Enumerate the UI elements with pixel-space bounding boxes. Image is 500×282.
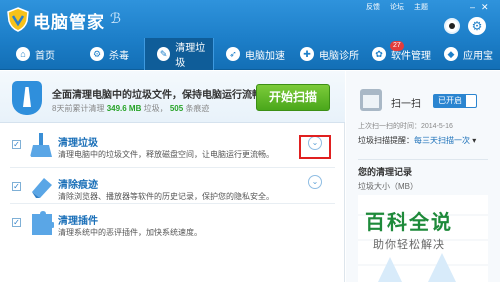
list-item: ✓ 清理垃圾 清理电脑中的垃圾文件，释放磁盘空间，让电脑运行更流畅。 ⌄ (0, 125, 345, 167)
broom-icon (30, 133, 52, 157)
title-bar: 电脑管家 ℬ 反馈 论坛 主题 – ✕ ⚙ (0, 0, 500, 38)
toggle-on-label: 已开启 (434, 95, 466, 107)
stats-count: 505 (169, 104, 184, 113)
feedback-link[interactable]: 反馈 (366, 2, 380, 12)
software-icon: ✿ (372, 47, 386, 61)
brand-swoosh-icon: ℬ (110, 10, 122, 26)
last-scan-time: 上次扫一扫的时间：2014-5-16 (358, 123, 453, 130)
nav-label: 杀毒 (109, 50, 129, 62)
chevron-down-icon[interactable]: ▾ (470, 136, 476, 145)
broom-icon: ✎ (157, 47, 171, 61)
shield-logo-icon (7, 7, 29, 32)
record-title: 您的清理记录 (358, 167, 413, 177)
nav-label: 电脑加速 (245, 50, 285, 62)
appstore-icon: ◆ (444, 47, 458, 61)
nav-software[interactable]: ✿ 软件管理 27 (360, 38, 432, 70)
chevron-down-icon[interactable]: ⌄ (308, 175, 322, 189)
nav-cleanup[interactable]: ✎ 清理垃圾 (144, 38, 214, 70)
puzzle-icon (32, 211, 54, 235)
theme-link[interactable]: 主题 (414, 2, 428, 12)
reminder-label: 垃圾扫描提醒： (358, 136, 414, 145)
auto-scan-toggle[interactable]: 已开启 (433, 94, 477, 108)
row-desc: 清理系统中的恶评插件，加快系统速度。 (58, 228, 202, 237)
start-scan-button[interactable]: 开始扫描 (256, 84, 330, 111)
app-title: 电脑管家 (33, 13, 105, 32)
watermark-tagline: 助你轻松解决 (373, 239, 445, 251)
window-controls: – ✕ (470, 2, 489, 13)
home-icon: ⌂ (16, 47, 30, 61)
highlight-annotation (299, 135, 331, 159)
stats-size: 349.6 MB (106, 104, 142, 113)
row-checkbox[interactable]: ✓ (12, 182, 21, 191)
eraser-icon (32, 178, 52, 198)
cleanup-panel: 全面清理电脑中的垃圾文件，保持电脑运行流畅 8天前累计清理 349.6 MB 垃… (0, 71, 345, 282)
nav-label: 首页 (35, 50, 55, 62)
avatar[interactable] (444, 18, 460, 34)
reminder-select[interactable]: 每三天扫描一次 (414, 136, 470, 145)
row-desc: 清理电脑中的垃圾文件，释放磁盘空间，让电脑运行更流畅。 (58, 150, 274, 159)
nav-home[interactable]: ⌂ 首页 (4, 38, 70, 70)
nav-label: 清理垃圾 (175, 43, 206, 69)
row-checkbox[interactable]: ✓ (12, 218, 21, 227)
nav-speedup[interactable]: ➶ 电脑加速 (214, 38, 288, 70)
side-title: 扫一扫 (391, 99, 421, 110)
minimize-icon[interactable]: – (470, 2, 475, 13)
nav-label: 电脑诊所 (319, 50, 359, 62)
row-checkbox[interactable]: ✓ (12, 140, 21, 149)
row-title[interactable]: 清理插件 (58, 212, 98, 227)
rocket-icon: ➶ (226, 47, 240, 61)
watermark-logo: 百科全说 (365, 212, 453, 234)
nav-clinic[interactable]: ✚ 电脑诊所 (288, 38, 360, 70)
main-nav: ⌂ 首页 ⚙ 杀毒 ✎ 清理垃圾 ➶ 电脑加速 ✚ 电脑诊所 ✿ 软件管理 27… (0, 38, 500, 70)
calendar-icon (360, 89, 382, 111)
stats-prefix: 8天前累计清理 (52, 104, 105, 113)
forum-link[interactable]: 论坛 (390, 2, 404, 12)
update-count-badge: 27 (390, 41, 404, 51)
cleanup-banner: 全面清理电脑中的垃圾文件，保持电脑运行流畅 8天前累计清理 349.6 MB 垃… (0, 71, 345, 123)
list-item: ✓ 清理插件 清理系统中的恶评插件，加快系统速度。 (0, 203, 345, 245)
stats-mid: 垃圾， (143, 104, 168, 113)
window-links: 反馈 论坛 主题 (366, 2, 428, 12)
gear-icon[interactable]: ⚙ (468, 17, 486, 35)
record-axis-label: 垃圾大小（MB） (358, 182, 418, 191)
scan-reminder: 垃圾扫描提醒：每三天扫描一次 ▾ (358, 135, 476, 146)
stats-suffix: 条痕迹 (185, 104, 210, 113)
close-icon[interactable]: ✕ (481, 2, 489, 13)
antivirus-icon: ⚙ (90, 47, 104, 61)
clinic-icon: ✚ (300, 47, 314, 61)
banner-title: 全面清理电脑中的垃圾文件，保持电脑运行流畅 (52, 90, 262, 101)
row-title[interactable]: 清理垃圾 (58, 134, 98, 149)
row-title[interactable]: 清除痕迹 (58, 176, 98, 191)
side-divider (358, 159, 488, 160)
nav-appstore[interactable]: ◆ 应用宝 (432, 38, 500, 70)
scan-side-panel: 扫一扫 已开启 上次扫一扫的时间：2014-5-16 垃圾扫描提醒：每三天扫描一… (346, 71, 500, 282)
banner-stats: 8天前累计清理 349.6 MB 垃圾， 505 条痕迹 (52, 103, 209, 114)
broom-icon (12, 81, 42, 115)
row-desc: 清除浏览器、播放器等软件的历史记录，保护您的隐私安全。 (58, 192, 274, 201)
nav-label: 应用宝 (463, 50, 493, 62)
nav-antivirus[interactable]: ⚙ 杀毒 (78, 38, 144, 70)
